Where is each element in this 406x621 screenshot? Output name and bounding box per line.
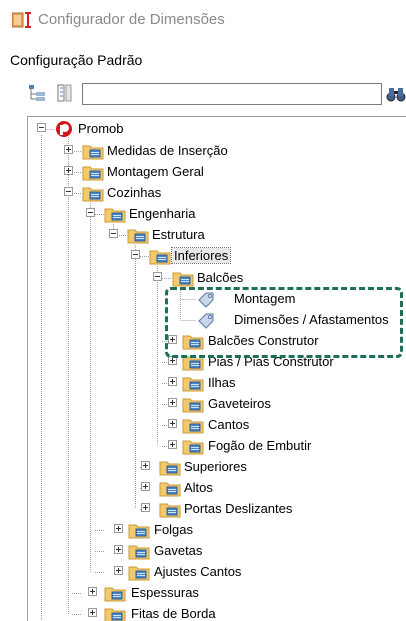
tree-node-espessuras[interactable]: Espessuras	[28, 583, 406, 603]
folder-open-icon	[149, 250, 171, 265]
tree-node-gaveteiros[interactable]: Gaveteiros	[28, 394, 406, 414]
tree-node-ilhas[interactable]: Ilhas	[28, 373, 406, 393]
promob-logo-icon	[56, 121, 72, 137]
folder-icon	[104, 587, 126, 602]
collapse-tree-icon[interactable]	[27, 83, 47, 103]
tree-node-estrutura[interactable]: Estrutura	[28, 225, 406, 245]
tree-node-gavetas[interactable]: Gavetas	[28, 541, 406, 561]
folder-icon	[128, 545, 150, 560]
search-input[interactable]	[82, 83, 382, 105]
expand-toggle[interactable]	[168, 419, 177, 428]
tree-node-ajustes-cantos[interactable]: Ajustes Cantos	[28, 562, 406, 582]
expand-toggle[interactable]	[114, 524, 123, 533]
tree-node-balcoes[interactable]: Balcões	[28, 268, 406, 288]
folder-icon	[128, 524, 150, 539]
expand-toggle[interactable]	[141, 482, 150, 491]
folder-icon	[104, 608, 126, 621]
folder-icon	[82, 166, 104, 181]
collapse-toggle[interactable]	[64, 187, 73, 196]
expand-toggle[interactable]	[88, 587, 97, 596]
tree-node-montagem-geral[interactable]: Montagem Geral	[28, 162, 406, 182]
folder-icon	[159, 503, 181, 518]
expand-toggle[interactable]	[141, 461, 150, 470]
collapse-toggle[interactable]	[86, 208, 95, 217]
collapse-toggle[interactable]	[109, 229, 118, 238]
tree-node-fogao-de-embutir[interactable]: Fogão de Embutir	[28, 436, 406, 456]
tree-node-engenharia[interactable]: Engenharia	[28, 204, 406, 224]
expand-tree-icon[interactable]	[55, 83, 75, 103]
folder-open-icon	[172, 272, 194, 287]
tree-node-portas-deslizantes[interactable]: Portas Deslizantes	[28, 499, 406, 519]
folder-icon	[182, 440, 204, 455]
tree-node-inferiores[interactable]: Inferiores	[28, 246, 406, 266]
collapse-toggle[interactable]	[131, 250, 140, 259]
folder-icon	[159, 461, 181, 476]
panel-label: Configuração Padrão	[10, 52, 143, 68]
expand-toggle[interactable]	[168, 377, 177, 386]
tree-node-promob[interactable]: Promob	[28, 119, 406, 139]
folder-icon	[128, 566, 150, 581]
tree-node-altos[interactable]: Altos	[28, 478, 406, 498]
tree-node-superiores[interactable]: Superiores	[28, 457, 406, 477]
expand-toggle[interactable]	[168, 440, 177, 449]
folder-icon	[159, 482, 181, 497]
tree-node-cozinhas[interactable]: Cozinhas	[28, 183, 406, 203]
window-title: Configurador de Dimensões	[38, 11, 225, 28]
collapse-toggle[interactable]	[153, 272, 162, 281]
expand-toggle[interactable]	[88, 608, 97, 617]
expand-toggle[interactable]	[114, 545, 123, 554]
expand-toggle[interactable]	[114, 566, 123, 575]
expand-toggle[interactable]	[64, 145, 73, 154]
expand-toggle[interactable]	[168, 398, 177, 407]
tree-node-medidas-de-insercao[interactable]: Medidas de Inserção	[28, 141, 406, 161]
folder-icon	[182, 377, 204, 392]
tree-node-cantos[interactable]: Cantos	[28, 415, 406, 435]
configurator-icon	[12, 12, 31, 28]
folder-open-icon	[127, 229, 149, 244]
folder-icon	[82, 145, 104, 160]
folder-icon	[182, 419, 204, 434]
binoculars-icon[interactable]	[386, 84, 406, 104]
collapse-toggle[interactable]	[37, 123, 46, 132]
expand-toggle[interactable]	[141, 503, 150, 512]
expand-toggle[interactable]	[64, 166, 73, 175]
tree-view[interactable]: Promob Medidas de Inserção Montagem Gera…	[27, 116, 406, 621]
tree-node-folgas[interactable]: Folgas	[28, 520, 406, 540]
tree-node-fitas-de-borda[interactable]: Fitas de Borda	[28, 604, 406, 621]
folder-open-icon	[82, 187, 104, 202]
title-bar: Configurador de Dimensões	[0, 0, 406, 40]
folder-open-icon	[104, 208, 126, 223]
folder-icon	[182, 398, 204, 413]
highlight-annotation-box	[165, 287, 403, 358]
